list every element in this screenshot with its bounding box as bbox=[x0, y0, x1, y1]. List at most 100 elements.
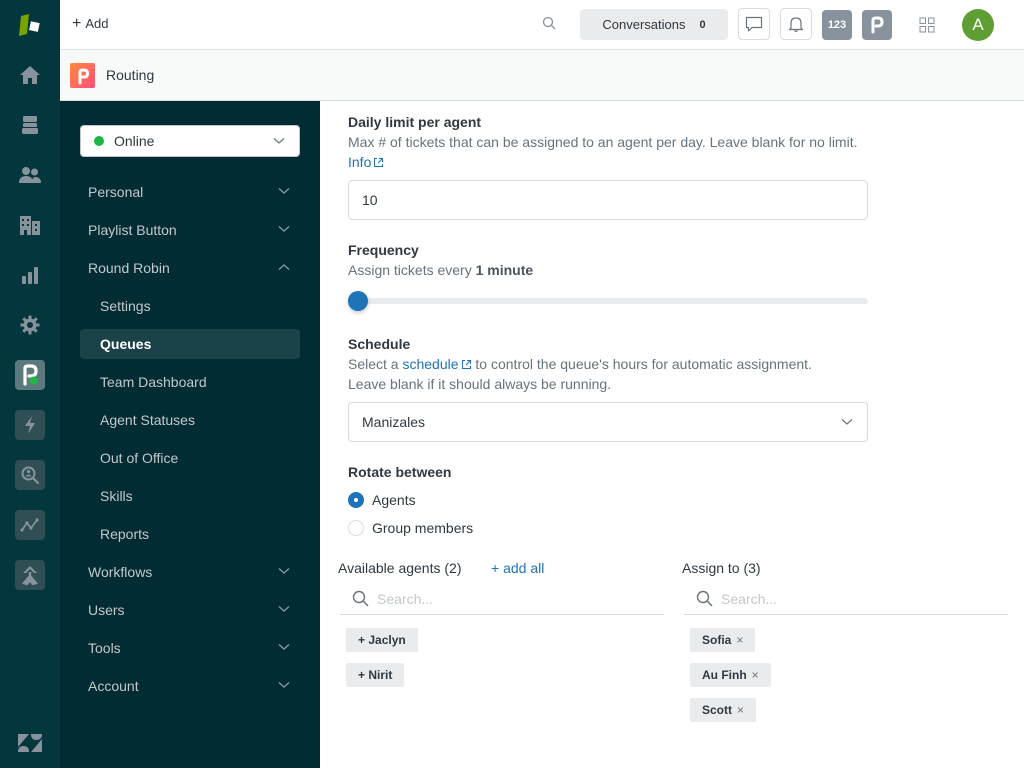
routing-nav: Online Personal Playlist Button Round Ro… bbox=[60, 101, 320, 768]
assigned-agent-name: Sofia bbox=[702, 633, 732, 647]
lightning-app-icon[interactable] bbox=[15, 410, 45, 440]
nav-item-skills[interactable]: Skills bbox=[80, 481, 300, 511]
analytics-line-app-icon[interactable] bbox=[15, 510, 45, 540]
nav-item-round-robin[interactable]: Round Robin bbox=[80, 253, 300, 283]
search-placeholder: Search... bbox=[721, 590, 778, 607]
available-agents-search[interactable]: Search... bbox=[340, 583, 664, 615]
daily-limit-label: Daily limit per agent bbox=[348, 114, 482, 130]
nav-item-tools[interactable]: Tools bbox=[80, 633, 300, 663]
routing-app-icon[interactable] bbox=[15, 360, 45, 390]
assign-to-search[interactable]: Search... bbox=[684, 583, 1008, 615]
daily-limit-value: 10 bbox=[362, 192, 378, 208]
schedule-hint-prefix: Select a bbox=[348, 356, 399, 372]
radio-agents-label: Agents bbox=[372, 492, 416, 508]
assigned-agent-tag[interactable]: Scott × bbox=[690, 698, 757, 722]
nav-item-playlist-button[interactable]: Playlist Button bbox=[80, 215, 300, 245]
radio-unchecked-icon[interactable] bbox=[348, 520, 364, 536]
product-rail bbox=[0, 0, 60, 768]
search-placeholder: Search... bbox=[377, 590, 434, 607]
customers-icon[interactable] bbox=[15, 160, 45, 190]
frequency-slider-track[interactable] bbox=[348, 298, 868, 304]
nav-item-label: Tools bbox=[88, 640, 121, 656]
conversations-button[interactable]: Conversations 0 bbox=[580, 9, 728, 40]
apps-grid-icon[interactable] bbox=[919, 17, 935, 38]
remove-x-icon[interactable]: × bbox=[737, 703, 744, 717]
daily-limit-input[interactable]: 10 bbox=[348, 180, 868, 220]
views-icon[interactable] bbox=[15, 110, 45, 140]
radio-group-members[interactable]: Group members bbox=[348, 520, 473, 536]
home-icon[interactable] bbox=[15, 60, 45, 90]
p-logo-icon bbox=[871, 16, 884, 34]
chevron-up-icon bbox=[278, 264, 290, 271]
nav-item-reports[interactable]: Reports bbox=[80, 519, 300, 549]
nav-item-queues[interactable]: Queues bbox=[80, 329, 300, 359]
schedule-value: Manizales bbox=[362, 414, 426, 430]
frequency-slider-thumb[interactable] bbox=[348, 291, 368, 311]
nav-item-settings[interactable]: Settings bbox=[80, 291, 300, 321]
frequency-hint: Assign tickets every 1 minute bbox=[348, 260, 533, 280]
available-agent-tag[interactable]: + Nirit bbox=[346, 663, 405, 687]
nav-item-agent-statuses[interactable]: Agent Statuses bbox=[80, 405, 300, 435]
external-link-icon bbox=[374, 158, 384, 167]
available-agent-tag[interactable]: + Jaclyn bbox=[346, 628, 418, 652]
conversations-count: 0 bbox=[699, 18, 706, 31]
queue-settings-form: Daily limit per agent Max # of tickets t… bbox=[320, 101, 1024, 768]
nav-item-users[interactable]: Users bbox=[80, 595, 300, 625]
routing-app-logo-icon bbox=[70, 63, 95, 88]
assigned-agent-tag[interactable]: Sofia × bbox=[690, 628, 756, 652]
zendesk-logo-icon[interactable] bbox=[15, 10, 45, 40]
assigned-agent-name: Au Finh bbox=[702, 668, 747, 682]
nav-item-label: Playlist Button bbox=[88, 222, 177, 238]
schedule-select[interactable]: Manizales bbox=[348, 402, 868, 442]
global-search-icon[interactable] bbox=[542, 16, 556, 35]
assigned-agent-name: Scott bbox=[702, 703, 732, 717]
search-people-app-icon[interactable] bbox=[15, 460, 45, 490]
admin-gear-icon[interactable] bbox=[15, 310, 45, 340]
conversations-label: Conversations bbox=[602, 17, 686, 32]
rotate-between-label: Rotate between bbox=[348, 464, 452, 480]
zendesk-footer-logo-icon[interactable] bbox=[15, 728, 45, 758]
add-all-link[interactable]: + add all bbox=[491, 560, 544, 576]
chat-button[interactable] bbox=[738, 8, 770, 40]
add-button[interactable]: + Add bbox=[72, 15, 108, 31]
remove-x-icon[interactable]: × bbox=[736, 633, 743, 647]
schedule-hint: Select a schedule to control the queue's… bbox=[348, 354, 878, 394]
remove-x-icon[interactable]: × bbox=[752, 668, 759, 682]
schedule-hint-line2: Leave blank if it should always be runni… bbox=[348, 376, 612, 392]
nav-item-team-dashboard[interactable]: Team Dashboard bbox=[80, 367, 300, 397]
app-p-button[interactable] bbox=[862, 10, 892, 40]
reporting-icon[interactable] bbox=[15, 260, 45, 290]
notifications-button[interactable] bbox=[780, 8, 812, 40]
frequency-label: Frequency bbox=[348, 242, 419, 258]
user-avatar[interactable]: A bbox=[962, 9, 994, 41]
nav-item-label: Reports bbox=[100, 526, 150, 542]
nav-item-out-of-office[interactable]: Out of Office bbox=[80, 443, 300, 473]
nav-item-label: Queues bbox=[100, 336, 152, 352]
nav-item-account[interactable]: Account bbox=[80, 671, 300, 701]
frequency-hint-text: Assign tickets every bbox=[348, 262, 472, 278]
bell-icon bbox=[788, 17, 804, 33]
chevron-down-icon bbox=[278, 681, 290, 688]
app-title: Routing bbox=[106, 67, 155, 83]
organizations-icon[interactable] bbox=[15, 210, 45, 240]
assign-to-title: Assign to (3) bbox=[682, 560, 761, 576]
radio-checked-icon[interactable] bbox=[348, 492, 364, 508]
chevron-down-icon bbox=[278, 225, 290, 232]
schedule-link[interactable]: schedule bbox=[402, 356, 471, 372]
agent-status-value: Online bbox=[114, 133, 155, 149]
info-link[interactable]: Info bbox=[348, 154, 384, 170]
schedule-link-label: schedule bbox=[402, 356, 459, 372]
chevron-down-icon bbox=[273, 138, 285, 144]
nav-item-personal[interactable]: Personal bbox=[80, 177, 300, 207]
radio-agents[interactable]: Agents bbox=[348, 492, 416, 508]
agent-status-select[interactable]: Online bbox=[80, 125, 300, 157]
nav-item-workflows[interactable]: Workflows bbox=[80, 557, 300, 587]
assigned-agent-tag[interactable]: Au Finh × bbox=[690, 663, 771, 687]
top-bar: + Add Conversations 0 123 A bbox=[60, 0, 1024, 50]
merge-app-icon[interactable] bbox=[15, 560, 45, 590]
app-123-button[interactable]: 123 bbox=[822, 10, 852, 40]
nav-item-label: Settings bbox=[100, 298, 151, 314]
nav-item-label: Account bbox=[88, 678, 139, 694]
chevron-down-icon bbox=[278, 605, 290, 612]
external-link-icon bbox=[461, 360, 471, 369]
